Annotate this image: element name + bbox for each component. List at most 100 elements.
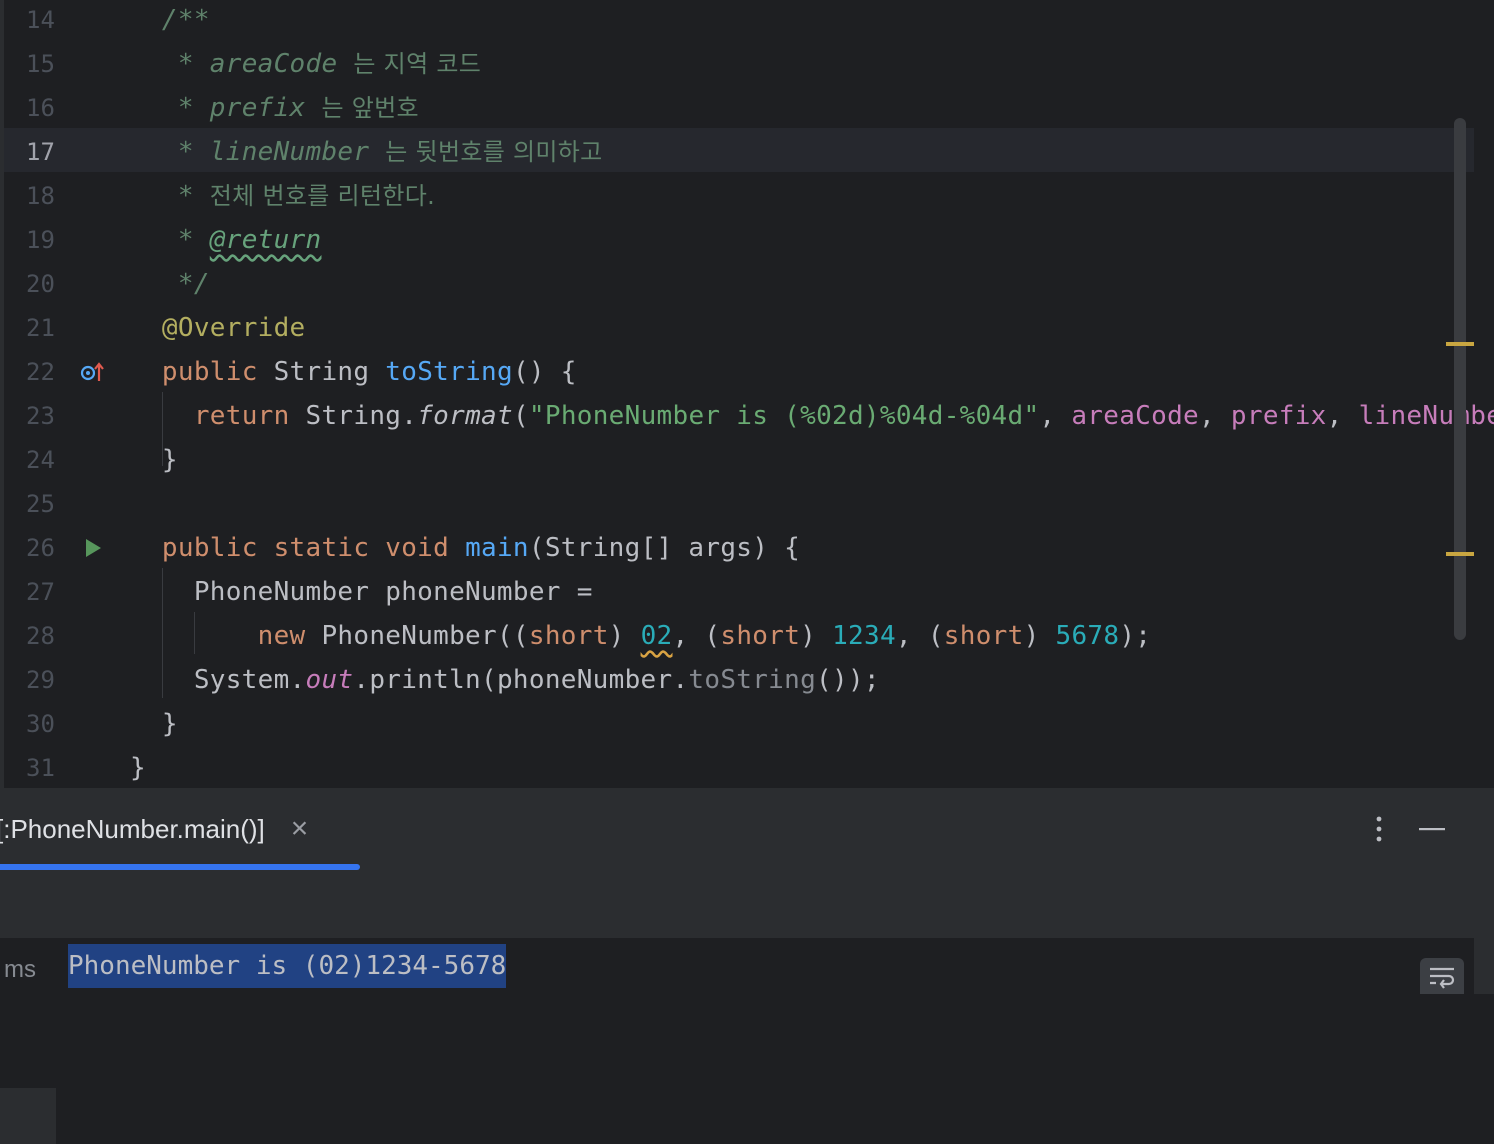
- gutter-line[interactable]: 29: [0, 658, 130, 702]
- gutter-line[interactable]: 26: [0, 526, 130, 570]
- run-icon[interactable]: [78, 526, 108, 570]
- run-tab-label: [:PhoneNumber.main()]: [0, 813, 265, 844]
- code-token: areaCode: [1071, 401, 1199, 431]
- line-number: 24: [26, 446, 55, 474]
- code-line[interactable]: @Override: [130, 306, 1474, 350]
- gutter-line[interactable]: 25: [0, 482, 130, 526]
- run-tab-bar: [:PhoneNumber.main()] ×: [0, 788, 1474, 871]
- console-output-line[interactable]: PhoneNumber is (02)1234-5678: [68, 944, 507, 988]
- code-token: 전체 번호를 리턴한다.: [209, 182, 436, 210]
- gutter-line[interactable]: 31: [0, 746, 130, 788]
- code-line[interactable]: /**: [130, 0, 1474, 42]
- code-line[interactable]: public String toString() {: [130, 350, 1474, 394]
- code-line[interactable]: * prefix 는 앞번호: [130, 86, 1474, 130]
- code-token: return: [193, 401, 290, 431]
- code-line[interactable]: public static void main(String[] args) {: [130, 526, 1474, 570]
- code-token: public: [161, 357, 258, 387]
- warning-marker[interactable]: [1446, 342, 1474, 346]
- run-tab[interactable]: [:PhoneNumber.main()] ×: [0, 788, 308, 870]
- code-token: short: [528, 621, 609, 651]
- code-line[interactable]: PhoneNumber phoneNumber =: [130, 570, 1474, 614]
- code-line[interactable]: * @return: [130, 218, 1474, 262]
- line-number: 15: [26, 50, 55, 78]
- warning-marker[interactable]: [1446, 552, 1474, 556]
- gutter-line[interactable]: 18: [0, 174, 130, 218]
- more-options-button[interactable]: [1364, 812, 1394, 846]
- code-token: 는 뒷번호를 의미하고: [385, 138, 603, 166]
- gutter-line[interactable]: 19: [0, 218, 130, 262]
- time-label: ms: [4, 956, 36, 983]
- code-token: out: [305, 665, 354, 695]
- code-token: /**: [161, 5, 210, 35]
- code-line[interactable]: new PhoneNumber((short) 02, (short) 1234…: [130, 614, 1474, 658]
- code-line[interactable]: return String.format("PhoneNumber is (%0…: [130, 394, 1494, 438]
- right-tool-strip: [1474, 788, 1494, 994]
- line-number: 14: [26, 6, 55, 34]
- code-token: prefix: [1230, 401, 1327, 431]
- code-line[interactable]: * lineNumber 는 뒷번호를 의미하고: [130, 130, 1474, 174]
- run-tool-window: [:PhoneNumber.main()] × ms PhoneNumber i…: [0, 788, 1474, 1144]
- more-vertical-icon: [1376, 816, 1382, 842]
- line-number: 31: [26, 754, 55, 782]
- code-token: toString: [688, 665, 817, 695]
- code-line[interactable]: */: [130, 262, 1474, 306]
- line-number: 30: [26, 710, 55, 738]
- console-output-area[interactable]: ms PhoneNumber is (02)1234-5678: [0, 938, 1474, 1144]
- code-token: public static void: [161, 533, 450, 563]
- code-line[interactable]: * 전체 번호를 리턴한다.: [130, 174, 1474, 218]
- gutter-line[interactable]: 28: [0, 614, 130, 658]
- code-token: *: [177, 181, 210, 211]
- gutter-line[interactable]: 24: [0, 438, 130, 482]
- code-token: @return: [209, 225, 322, 255]
- code-token: 1234: [832, 621, 896, 651]
- line-number: 26: [26, 534, 55, 562]
- code-token: short: [943, 621, 1024, 651]
- override-method-icon[interactable]: [78, 350, 108, 394]
- code-line[interactable]: }: [130, 702, 1474, 746]
- gutter-line[interactable]: 27: [0, 570, 130, 614]
- line-number: 29: [26, 666, 55, 694]
- line-number: 28: [26, 622, 55, 650]
- gutter-line[interactable]: 16: [0, 86, 130, 130]
- code-line[interactable]: [130, 482, 1474, 526]
- gutter-line[interactable]: 14: [0, 0, 130, 42]
- code-token: @Override: [161, 313, 306, 343]
- line-number: 20: [26, 270, 55, 298]
- gutter-line[interactable]: 20: [0, 262, 130, 306]
- soft-wrap-button[interactable]: [1420, 958, 1464, 994]
- code-token: short: [720, 621, 801, 651]
- code-token: 02: [640, 621, 673, 651]
- vertical-scrollbar[interactable]: [1454, 118, 1466, 640]
- gutter-line[interactable]: 30: [0, 702, 130, 746]
- code-area[interactable]: /** * areaCode 는 지역 코드 * prefix 는 앞번호 * …: [130, 0, 1494, 788]
- close-icon[interactable]: ×: [291, 814, 309, 844]
- gutter-line[interactable]: 22: [0, 350, 130, 394]
- code-line[interactable]: }: [130, 438, 1474, 482]
- code-token: * prefix: [177, 93, 322, 123]
- line-number-gutter[interactable]: 14 15 16 17 18 19 20 21 22 23 24 25 26 27 28 29 30 31: [0, 0, 130, 788]
- line-number: 18: [26, 182, 55, 210]
- gutter-line[interactable]: 23: [0, 394, 130, 438]
- code-token: toString: [385, 357, 513, 387]
- code-token: * areaCode: [177, 49, 354, 79]
- code-token: */: [177, 269, 210, 299]
- code-token: *: [177, 225, 210, 255]
- soft-wrap-icon: [1430, 967, 1455, 989]
- code-token: * lineNumber: [177, 137, 386, 167]
- code-token: 5678: [1055, 621, 1120, 651]
- line-number: 19: [26, 226, 55, 254]
- minimize-button[interactable]: [1416, 812, 1448, 846]
- console-left-toolbar: [0, 1088, 56, 1144]
- code-line[interactable]: System.out.println(phoneNumber.toString(…: [130, 658, 1474, 702]
- code-line[interactable]: * areaCode 는 지역 코드: [130, 42, 1474, 86]
- code-token: 는 앞번호: [321, 94, 419, 122]
- gutter-line[interactable]: 17: [0, 130, 130, 174]
- line-number: 23: [26, 402, 55, 430]
- gutter-line[interactable]: 21: [0, 306, 130, 350]
- code-token: lineNumber: [1358, 401, 1494, 431]
- code-editor[interactable]: 14 15 16 17 18 19 20 21 22 23 24 25 26 27 28 29 30 31 /**…: [0, 0, 1494, 788]
- line-number: 21: [26, 314, 55, 342]
- gutter-line[interactable]: 15: [0, 42, 130, 86]
- code-line[interactable]: }: [130, 746, 1474, 788]
- line-number: 16: [26, 94, 55, 122]
